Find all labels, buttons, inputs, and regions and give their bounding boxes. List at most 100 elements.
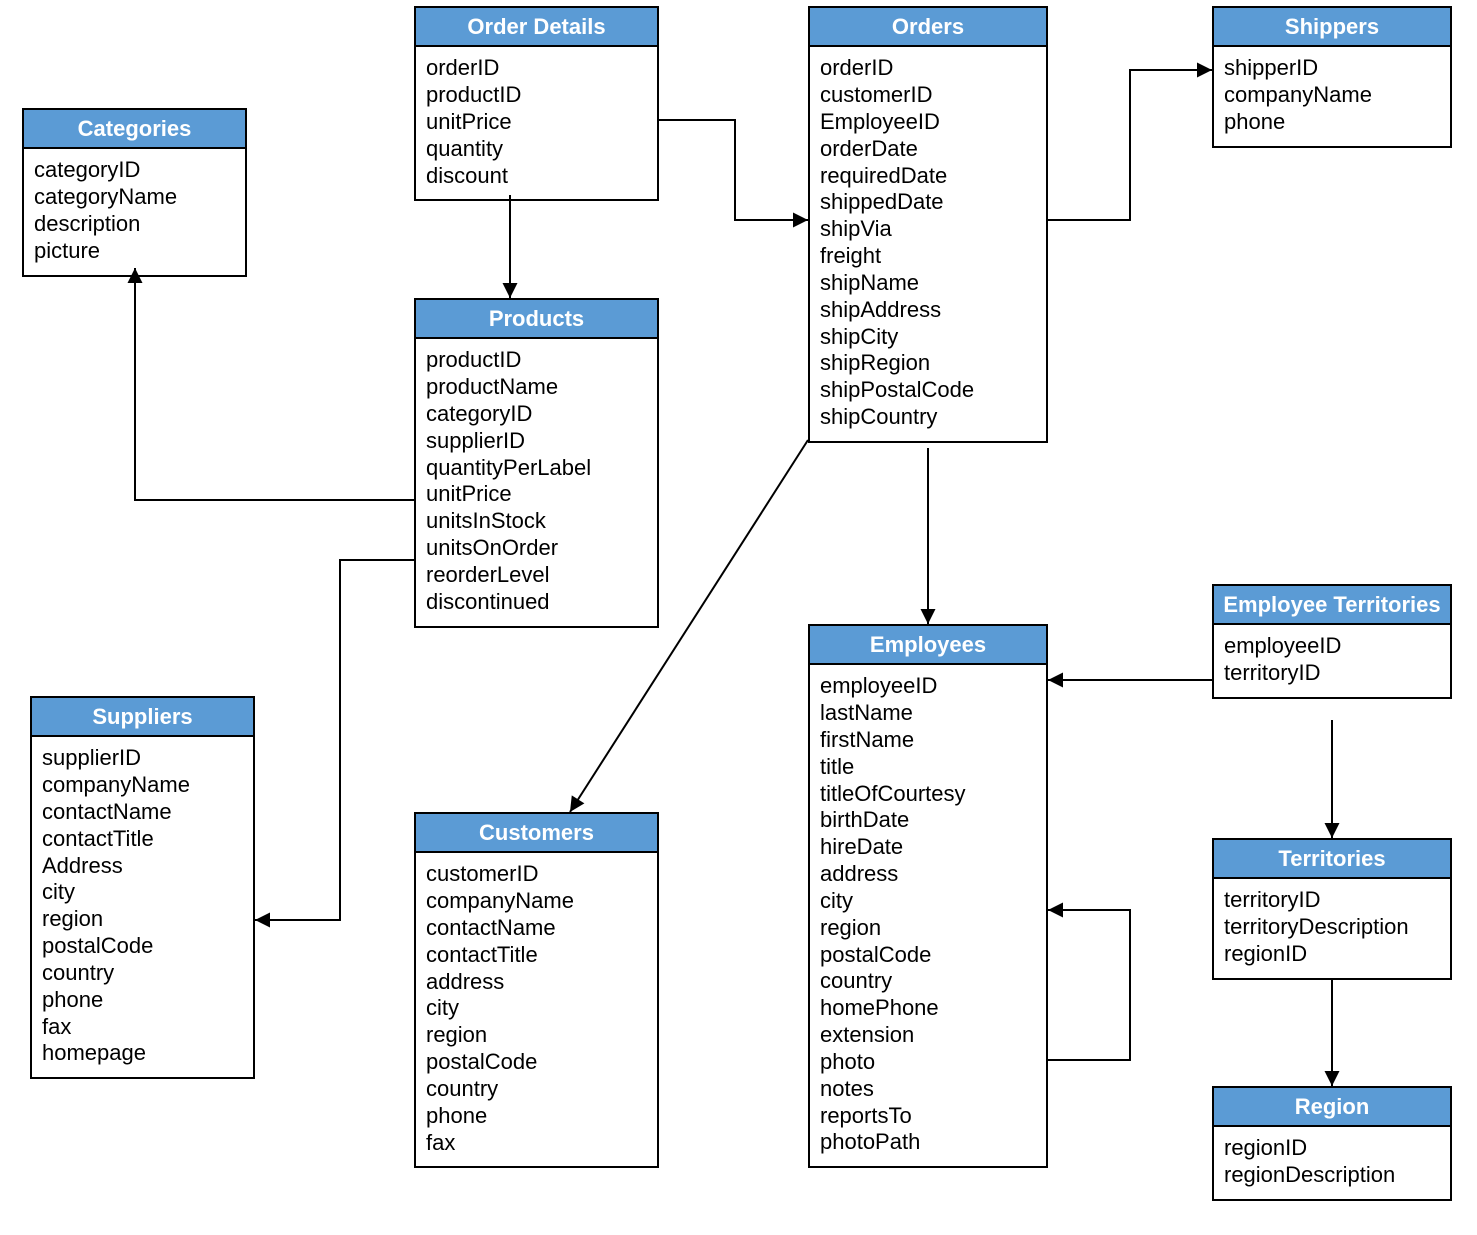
entity-title: Region [1214,1088,1450,1127]
field: quantityPerLabel [426,455,647,482]
entity-region: Region regionID regionDescription [1212,1086,1452,1201]
field: firstName [820,727,1036,754]
entity-fields: categoryID categoryName description pict… [24,149,245,274]
field: contactTitle [426,942,647,969]
field: regionDescription [1224,1162,1440,1189]
entity-fields: supplierID companyName contactName conta… [32,737,253,1077]
rel-employees-self [1048,910,1130,1060]
entity-employee-territories: Employee Territories employeeID territor… [1212,584,1452,699]
entity-fields: regionID regionDescription [1214,1127,1450,1199]
field: discontinued [426,589,647,616]
entity-suppliers: Suppliers supplierID companyName contact… [30,696,255,1079]
field: Address [42,853,243,880]
field: shipCountry [820,404,1036,431]
field: shipVia [820,216,1036,243]
field: orderID [820,55,1036,82]
field: address [820,861,1036,888]
entity-fields: orderID customerID EmployeeID orderDate … [810,47,1046,441]
field: postalCode [820,942,1036,969]
field: photo [820,1049,1036,1076]
entity-title: Territories [1214,840,1450,879]
field: fax [426,1130,647,1157]
field: orderID [426,55,647,82]
field: orderDate [820,136,1036,163]
field: shipName [820,270,1036,297]
entity-customers: Customers customerID companyName contact… [414,812,659,1168]
rel-products-suppliers [255,560,414,920]
field: contactName [426,915,647,942]
field: companyName [426,888,647,915]
field: city [820,888,1036,915]
entity-fields: employeeID territoryID [1214,625,1450,697]
entity-title: Products [416,300,657,339]
field: productID [426,82,647,109]
field: photoPath [820,1129,1036,1156]
field: customerID [820,82,1036,109]
field: region [42,906,243,933]
field: lastName [820,700,1036,727]
field: picture [34,238,235,265]
entity-title: Orders [810,8,1046,47]
field: employeeID [820,673,1036,700]
entity-title: Categories [24,110,245,149]
entity-title: Suppliers [32,698,253,737]
field: region [426,1022,647,1049]
field: notes [820,1076,1036,1103]
field: postalCode [42,933,243,960]
field: contactName [42,799,243,826]
entity-title: Employees [810,626,1046,665]
field: territoryID [1224,887,1440,914]
field: supplierID [42,745,243,772]
field: categoryName [34,184,235,211]
field: titleOfCourtesy [820,781,1036,808]
entity-title: Shippers [1214,8,1450,47]
field: regionID [1224,941,1440,968]
field: supplierID [426,428,647,455]
entity-products: Products productID productName categoryI… [414,298,659,628]
field: city [42,879,243,906]
entity-order-details: Order Details orderID productID unitPric… [414,6,659,201]
field: homePhone [820,995,1036,1022]
field: city [426,995,647,1022]
field: reportsTo [820,1103,1036,1130]
field: country [42,960,243,987]
field: quantity [426,136,647,163]
field: freight [820,243,1036,270]
entity-title: Employee Territories [1214,586,1450,625]
field: phone [1224,109,1440,136]
rel-orderdetails-orders [659,120,808,220]
field: postalCode [426,1049,647,1076]
field: unitPrice [426,481,647,508]
entity-employees: Employees employeeID lastName firstName … [808,624,1048,1168]
field: customerID [426,861,647,888]
entity-fields: shipperID companyName phone [1214,47,1450,145]
entity-fields: orderID productID unitPrice quantity dis… [416,47,657,199]
field: address [426,969,647,996]
field: birthDate [820,807,1036,834]
field: description [34,211,235,238]
field: phone [42,987,243,1014]
field: country [820,968,1036,995]
field: reorderLevel [426,562,647,589]
entity-shippers: Shippers shipperID companyName phone [1212,6,1452,148]
field: shippedDate [820,189,1036,216]
rel-orders-shippers [1048,70,1212,220]
field: categoryID [426,401,647,428]
field: title [820,754,1036,781]
entity-categories: Categories categoryID categoryName descr… [22,108,247,277]
field: requiredDate [820,163,1036,190]
field: unitsInStock [426,508,647,535]
field: homepage [42,1040,243,1067]
entity-fields: productID productName categoryID supplie… [416,339,657,625]
field: shipPostalCode [820,377,1036,404]
er-diagram-canvas: Categories categoryID categoryName descr… [0,0,1477,1235]
field: categoryID [34,157,235,184]
entity-orders: Orders orderID customerID EmployeeID ord… [808,6,1048,443]
field: region [820,915,1036,942]
field: regionID [1224,1135,1440,1162]
field: companyName [42,772,243,799]
field: EmployeeID [820,109,1036,136]
field: contactTitle [42,826,243,853]
field: shipAddress [820,297,1036,324]
field: hireDate [820,834,1036,861]
